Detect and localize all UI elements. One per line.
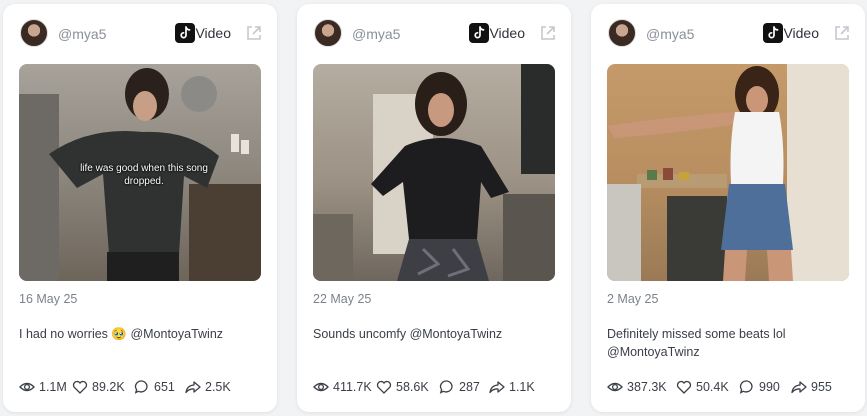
comment-icon <box>739 380 753 394</box>
views-count: 411.7K <box>333 380 372 394</box>
comments-count: 287 <box>459 380 480 394</box>
heart-icon <box>72 380 88 394</box>
thumbnail-scene <box>313 64 555 281</box>
video-card[interactable]: @mya5 Video life was good when this song… <box>3 4 277 412</box>
comments-count: 651 <box>154 380 175 394</box>
shares-count: 2.5K <box>205 380 231 394</box>
post-date: 22 May 25 <box>313 292 372 306</box>
likes-count: 58.6K <box>396 380 429 394</box>
stats-row: 1.1M 89.2K 651 2.5K <box>19 378 269 396</box>
post-description: Sounds uncomfy @MontoyaTwinz <box>313 327 503 341</box>
eye-icon <box>607 382 623 392</box>
tiktok-icon <box>763 23 783 43</box>
eye-icon <box>313 382 329 392</box>
tiktok-icon <box>175 23 195 43</box>
likes-count: 89.2K <box>92 380 125 394</box>
card-header: @mya5 Video <box>20 19 263 49</box>
stats-row: 411.7K 58.6K 287 1.1K <box>313 378 563 396</box>
creator-handle[interactable]: @mya5 <box>352 26 400 42</box>
post-date: 2 May 25 <box>607 292 659 306</box>
video-card[interactable]: @mya5 Video 22 May 25 Sounds uncomfy @Mo… <box>297 4 571 412</box>
likes-count: 50.4K <box>696 380 729 394</box>
comment-icon <box>134 380 148 394</box>
comments-count: 990 <box>759 380 780 394</box>
avatar[interactable] <box>608 19 636 47</box>
share-icon <box>791 381 807 394</box>
card-header: @mya5 Video <box>314 19 557 49</box>
avatar[interactable] <box>20 19 48 47</box>
video-thumbnail[interactable]: life was good when this song dropped. <box>19 64 261 281</box>
video-card[interactable]: @mya5 Video 2 May 25 Definitely missed s… <box>591 4 865 412</box>
platform-label: Video <box>489 25 525 41</box>
views-count: 1.1M <box>39 380 67 394</box>
post-description: Definitely missed some beats lol @Montoy… <box>607 327 786 359</box>
video-thumbnail[interactable] <box>313 64 555 281</box>
avatar[interactable] <box>314 19 342 47</box>
video-caption-overlay: life was good when this song dropped. <box>80 163 208 187</box>
creator-handle[interactable]: @mya5 <box>58 26 106 42</box>
share-icon <box>489 381 505 394</box>
external-link-icon[interactable] <box>245 24 263 42</box>
post-description: I had no worries 🥹 @MontoyaTwinz <box>19 327 224 341</box>
shares-count: 955 <box>811 380 832 394</box>
shares-count: 1.1K <box>509 380 535 394</box>
video-thumbnail[interactable] <box>607 64 849 281</box>
card-header: @mya5 Video <box>608 19 851 49</box>
comment-icon <box>439 380 453 394</box>
platform-label: Video <box>783 25 819 41</box>
heart-icon <box>376 380 392 394</box>
views-count: 387.3K <box>627 380 667 394</box>
stats-row: 387.3K 50.4K 990 955 <box>607 378 857 396</box>
share-icon <box>185 381 201 394</box>
eye-icon <box>19 382 35 392</box>
thumbnail-scene <box>607 64 849 281</box>
creator-handle[interactable]: @mya5 <box>646 26 694 42</box>
tiktok-icon <box>469 23 489 43</box>
platform-label: Video <box>195 25 231 41</box>
post-date: 16 May 25 <box>19 292 78 306</box>
external-link-icon[interactable] <box>539 24 557 42</box>
external-link-icon[interactable] <box>833 24 851 42</box>
heart-icon <box>676 380 692 394</box>
